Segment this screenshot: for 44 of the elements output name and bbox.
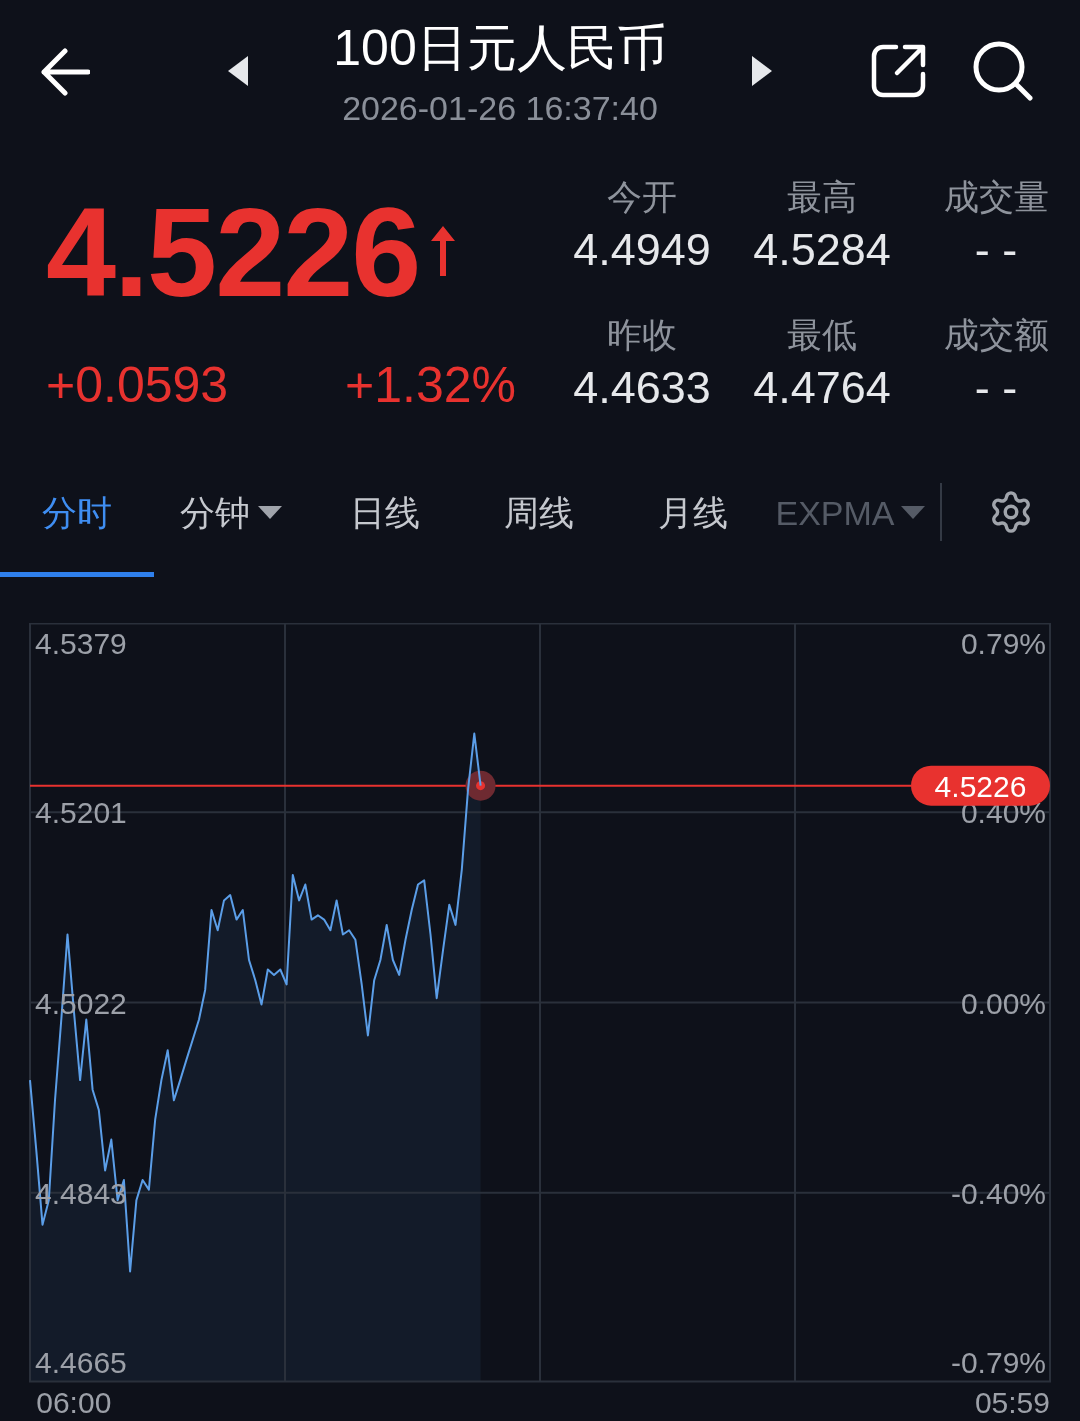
tab[interactable]: 日线 <box>308 460 462 577</box>
stat-label: 成交额 <box>943 314 1049 356</box>
timestamp: 2026-01-26 16:37:40 <box>342 88 658 128</box>
ref-line-label: 4.5226 <box>934 769 1027 803</box>
share-button[interactable] <box>870 42 928 100</box>
search-icon <box>972 40 1034 102</box>
tab[interactable]: 分时 <box>0 460 154 577</box>
stat-value: - - <box>974 363 1018 413</box>
current-price: 4.5226 <box>46 190 420 316</box>
percent-change: +1.32% <box>345 360 516 410</box>
share-icon <box>870 42 928 100</box>
percent-axis-label: 0.00% <box>960 986 1046 1020</box>
left-triangle-icon <box>228 56 248 86</box>
previous-button[interactable] <box>228 56 248 86</box>
right-triangle-icon <box>752 56 772 86</box>
back-arrow-icon <box>40 48 90 96</box>
tab[interactable]: 分钟 <box>154 460 308 577</box>
price-change: +0.0593 <box>46 360 229 410</box>
next-button[interactable] <box>752 56 772 86</box>
stat-value: - - <box>974 225 1018 275</box>
stat-label: 最低 <box>787 314 857 356</box>
current-point-marker-icon <box>465 770 496 801</box>
stat-label: 成交量 <box>943 176 1049 218</box>
tab[interactable]: 周线 <box>462 460 616 577</box>
stat-label: 最高 <box>787 176 857 218</box>
dropdown-caret-icon <box>900 506 925 519</box>
stat-value: 4.4633 <box>573 363 711 413</box>
tab[interactable]: 月线 <box>616 460 770 577</box>
percent-axis-label: -0.79% <box>950 1346 1046 1379</box>
y-axis-label: 4.4665 <box>35 1346 127 1379</box>
stat-label: 昨收 <box>607 314 677 356</box>
x-axis-label: 05:59 <box>974 1386 1050 1419</box>
back-button[interactable] <box>40 48 90 96</box>
percent-axis-label: 0.79% <box>960 627 1046 660</box>
y-axis-label: 4.5379 <box>35 627 127 660</box>
stat-value: 4.5284 <box>753 225 891 275</box>
stat-label: 今开 <box>607 176 677 218</box>
stat-value: 4.4764 <box>753 363 891 413</box>
stat-value: 4.4949 <box>573 225 711 275</box>
y-axis-label: 4.5201 <box>35 796 127 830</box>
percent-axis-label: -0.40% <box>950 1176 1046 1210</box>
search-button[interactable] <box>972 40 1034 102</box>
window-title: 100日元人民币 <box>333 19 667 77</box>
x-axis-label: 06:00 <box>36 1386 112 1419</box>
